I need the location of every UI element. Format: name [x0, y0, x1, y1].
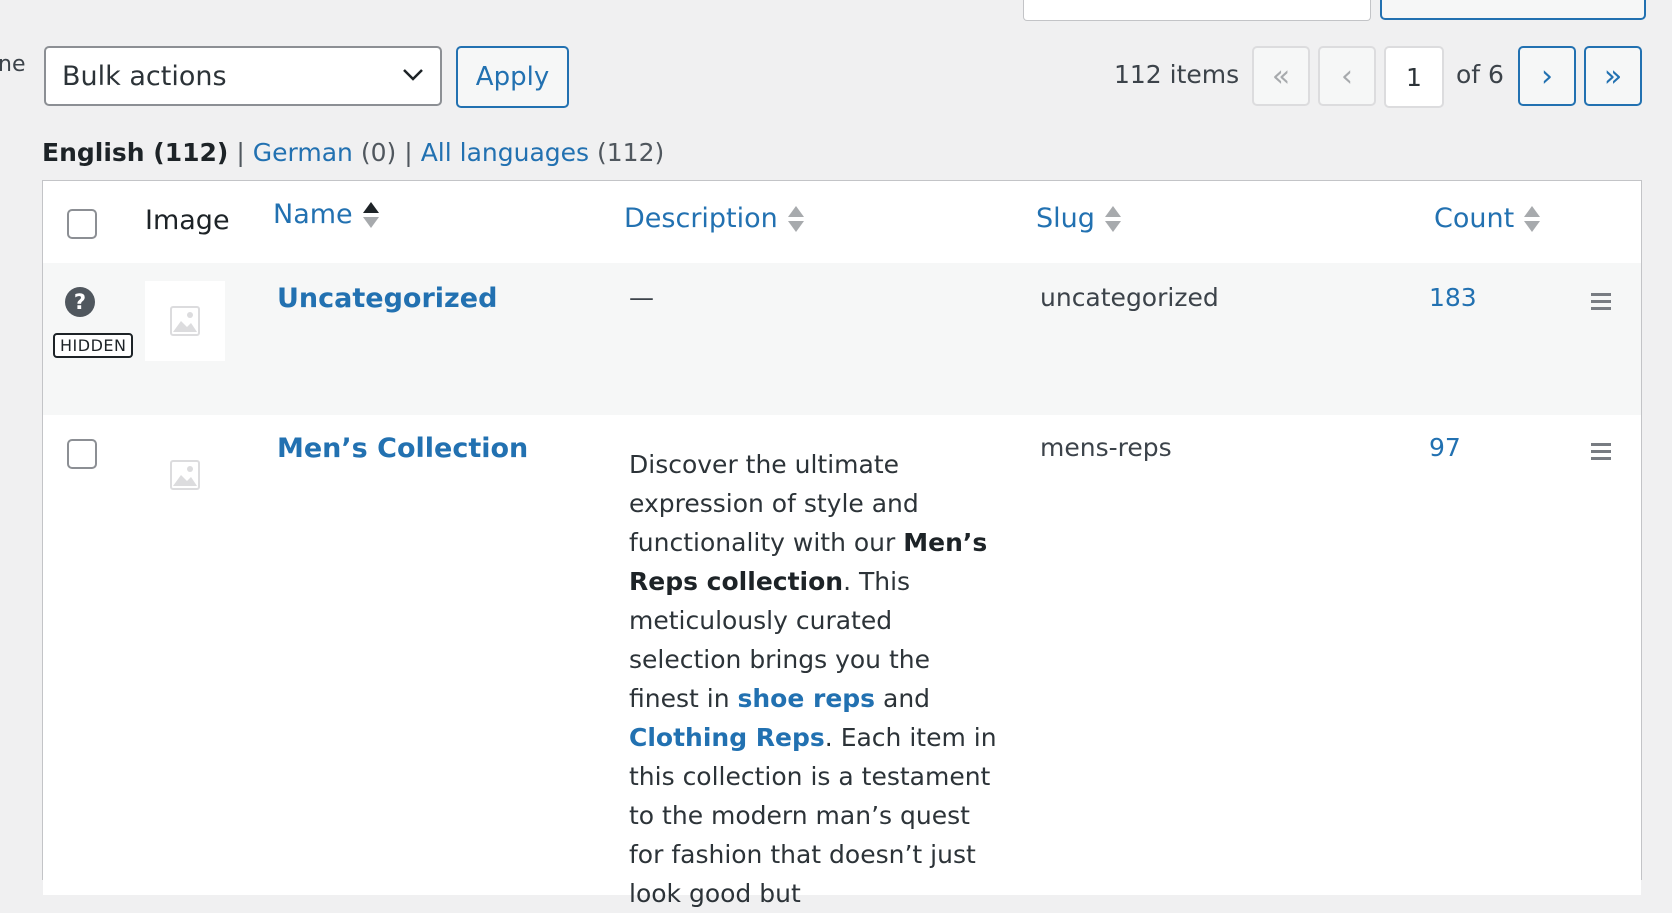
column-name-label: Name	[273, 199, 353, 230]
category-thumbnail	[145, 435, 225, 515]
clothing-reps-link[interactable]: Clothing Reps	[629, 723, 825, 752]
row-select-checkbox[interactable]	[67, 439, 97, 469]
lang-german-link[interactable]: German	[253, 138, 353, 167]
column-image: Image	[145, 205, 230, 236]
column-slug-sort[interactable]: Slug	[1036, 203, 1121, 234]
help-question-icon[interactable]: ?	[65, 287, 95, 317]
screen-edge-text: ne	[0, 52, 26, 77]
lang-separator: |	[404, 138, 413, 167]
category-count-link[interactable]: 183	[1429, 283, 1477, 312]
lang-all-count: (112)	[597, 138, 665, 167]
total-pages: of 6	[1456, 60, 1504, 89]
table-header: Image Name Description Slug Count	[43, 181, 1641, 264]
bulk-actions-select[interactable]: Bulk actions	[44, 46, 442, 106]
lang-english-current: English (112)	[42, 138, 229, 167]
column-count-sort[interactable]: Count	[1434, 203, 1541, 234]
image-placeholder-icon	[170, 460, 200, 490]
sort-icon	[1524, 204, 1541, 234]
table-row: Men’s Collection Discover the ultimate e…	[43, 415, 1641, 908]
search-input[interactable]	[1023, 0, 1371, 21]
lang-separator: |	[236, 138, 245, 167]
column-name-sort[interactable]: Name	[273, 199, 379, 230]
prev-page-button[interactable]: ‹	[1318, 46, 1376, 106]
current-page-input[interactable]: 1	[1384, 46, 1444, 108]
table-row: ? HIDDEN Uncategorized — uncategorized 1…	[43, 263, 1641, 415]
shoe-reps-link[interactable]: shoe reps	[737, 684, 875, 713]
search-button[interactable]	[1380, 0, 1646, 20]
image-placeholder-icon	[170, 306, 200, 336]
column-description-sort[interactable]: Description	[624, 203, 804, 234]
drag-handle-icon[interactable]	[1591, 443, 1611, 464]
select-all-checkbox[interactable]	[67, 209, 97, 239]
category-name-link[interactable]: Men’s Collection	[277, 433, 528, 464]
column-image-label: Image	[145, 205, 230, 236]
drag-handle-icon[interactable]	[1591, 293, 1611, 314]
category-description: Discover the ultimate expression of styl…	[629, 445, 999, 913]
category-description: —	[629, 283, 654, 312]
last-page-button[interactable]: »	[1584, 46, 1642, 106]
description-text: and	[875, 684, 931, 713]
sort-icon	[1104, 204, 1121, 234]
column-count-label: Count	[1434, 203, 1515, 234]
chevron-down-icon	[403, 69, 423, 81]
hidden-badge: HIDDEN	[53, 333, 134, 358]
language-filter: English (112) | German (0) | All languages (…	[42, 138, 664, 167]
next-page-button[interactable]: ›	[1518, 46, 1576, 106]
sort-icon	[787, 204, 804, 234]
description-text: Discover the ultimate expression of styl…	[629, 450, 919, 557]
category-count-link[interactable]: 97	[1429, 433, 1461, 462]
bulk-actions-selected: Bulk actions	[62, 60, 227, 92]
items-count: 112 items	[1114, 60, 1240, 89]
column-description-label: Description	[624, 203, 778, 234]
categories-table: Image Name Description Slug Count ? HIDD…	[42, 180, 1642, 908]
sort-ascending-icon	[362, 200, 379, 230]
category-slug: mens-reps	[1040, 433, 1172, 462]
category-slug: uncategorized	[1040, 283, 1219, 312]
column-slug-label: Slug	[1036, 203, 1095, 234]
category-thumbnail	[145, 281, 225, 361]
first-page-button[interactable]: «	[1252, 46, 1310, 106]
lang-german-count: (0)	[360, 138, 397, 167]
category-name-link[interactable]: Uncategorized	[277, 283, 497, 314]
lang-all-link[interactable]: All languages	[421, 138, 589, 167]
apply-button[interactable]: Apply	[456, 46, 569, 108]
